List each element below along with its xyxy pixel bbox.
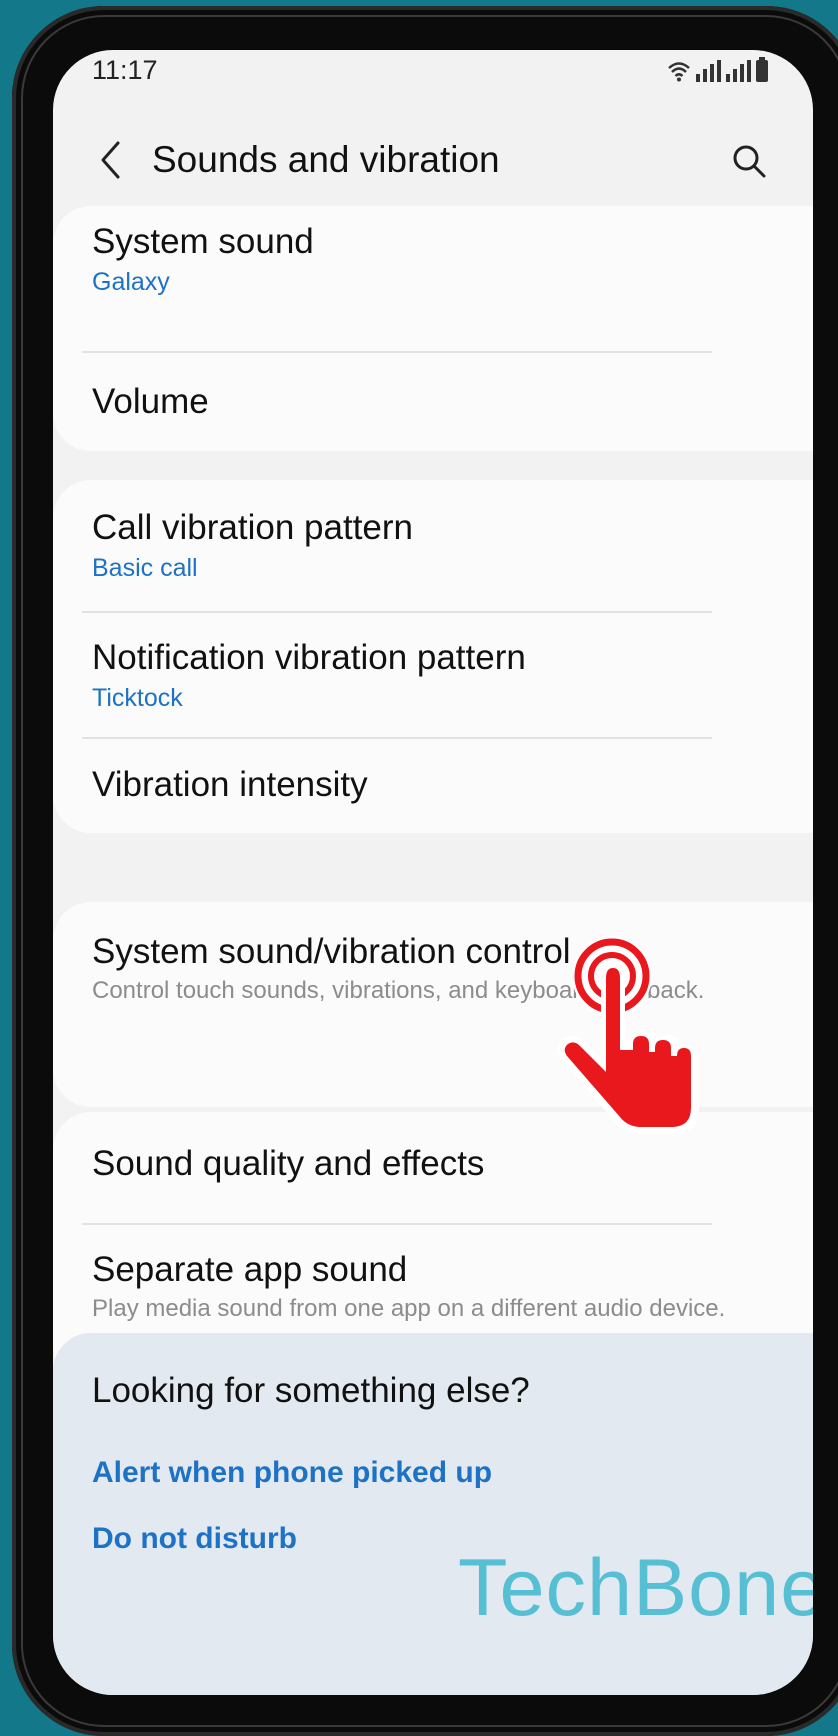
suggestions-card: Looking for something else? Alert when p… <box>53 1333 813 1695</box>
suggestion-link-alert[interactable]: Alert when phone picked up <box>92 1456 492 1490</box>
status-bar: 11:17 <box>53 50 813 94</box>
separate-app-sound-title: Separate app sound <box>92 1250 408 1289</box>
page-title: Sounds and vibration <box>152 139 500 180</box>
wifi-icon <box>668 62 690 82</box>
screen: 11:17 Sounds and vibration System sound … <box>53 50 813 1695</box>
divider <box>82 1223 712 1225</box>
sound-quality-item[interactable]: Sound quality and effects <box>92 1144 798 1184</box>
volume-item[interactable]: Volume <box>92 382 798 422</box>
system-sound-item[interactable]: System sound Galaxy <box>92 222 798 297</box>
battery-icon <box>756 57 768 82</box>
divider <box>82 737 712 739</box>
search-icon <box>733 145 766 178</box>
notification-vibration-title: Notification vibration pattern <box>92 638 526 677</box>
vibration-intensity-title: Vibration intensity <box>92 765 368 804</box>
notification-vibration-item[interactable]: Notification vibration pattern Ticktock <box>92 638 798 713</box>
separate-app-sound-desc: Play media sound from one app on a diffe… <box>92 1295 726 1322</box>
settings-card-vibration: Call vibration pattern Basic call Notifi… <box>53 480 813 833</box>
call-vibration-value: Basic call <box>92 554 198 582</box>
system-sound-title: System sound <box>92 222 314 261</box>
suggestions-title: Looking for something else? <box>92 1371 530 1410</box>
app-header: Sounds and vibration <box>53 130 813 210</box>
signal-icon-2 <box>726 60 751 82</box>
status-time: 11:17 <box>92 55 158 85</box>
suggestion-link-dnd[interactable]: Do not disturb <box>92 1522 297 1556</box>
tap-hand-icon <box>557 936 699 1134</box>
call-vibration-item[interactable]: Call vibration pattern Basic call <box>92 508 798 583</box>
separate-app-sound-item[interactable]: Separate app sound Play media sound from… <box>92 1250 798 1323</box>
call-vibration-title: Call vibration pattern <box>92 508 413 547</box>
notification-vibration-value: Ticktock <box>92 684 183 712</box>
back-arrow-icon <box>101 141 120 179</box>
sound-quality-title: Sound quality and effects <box>92 1144 485 1183</box>
settings-card-sound: System sound Galaxy Volume <box>53 206 813 451</box>
status-icons <box>667 56 768 82</box>
vibration-intensity-item[interactable]: Vibration intensity <box>92 765 798 805</box>
watermark: TechBone <box>458 1543 813 1633</box>
signal-icon <box>696 60 721 82</box>
system-sound-value: Galaxy <box>92 268 170 296</box>
divider <box>82 351 712 353</box>
search-button[interactable] <box>729 142 769 182</box>
divider <box>82 611 712 613</box>
volume-title: Volume <box>92 382 209 421</box>
back-button[interactable] <box>91 130 131 190</box>
